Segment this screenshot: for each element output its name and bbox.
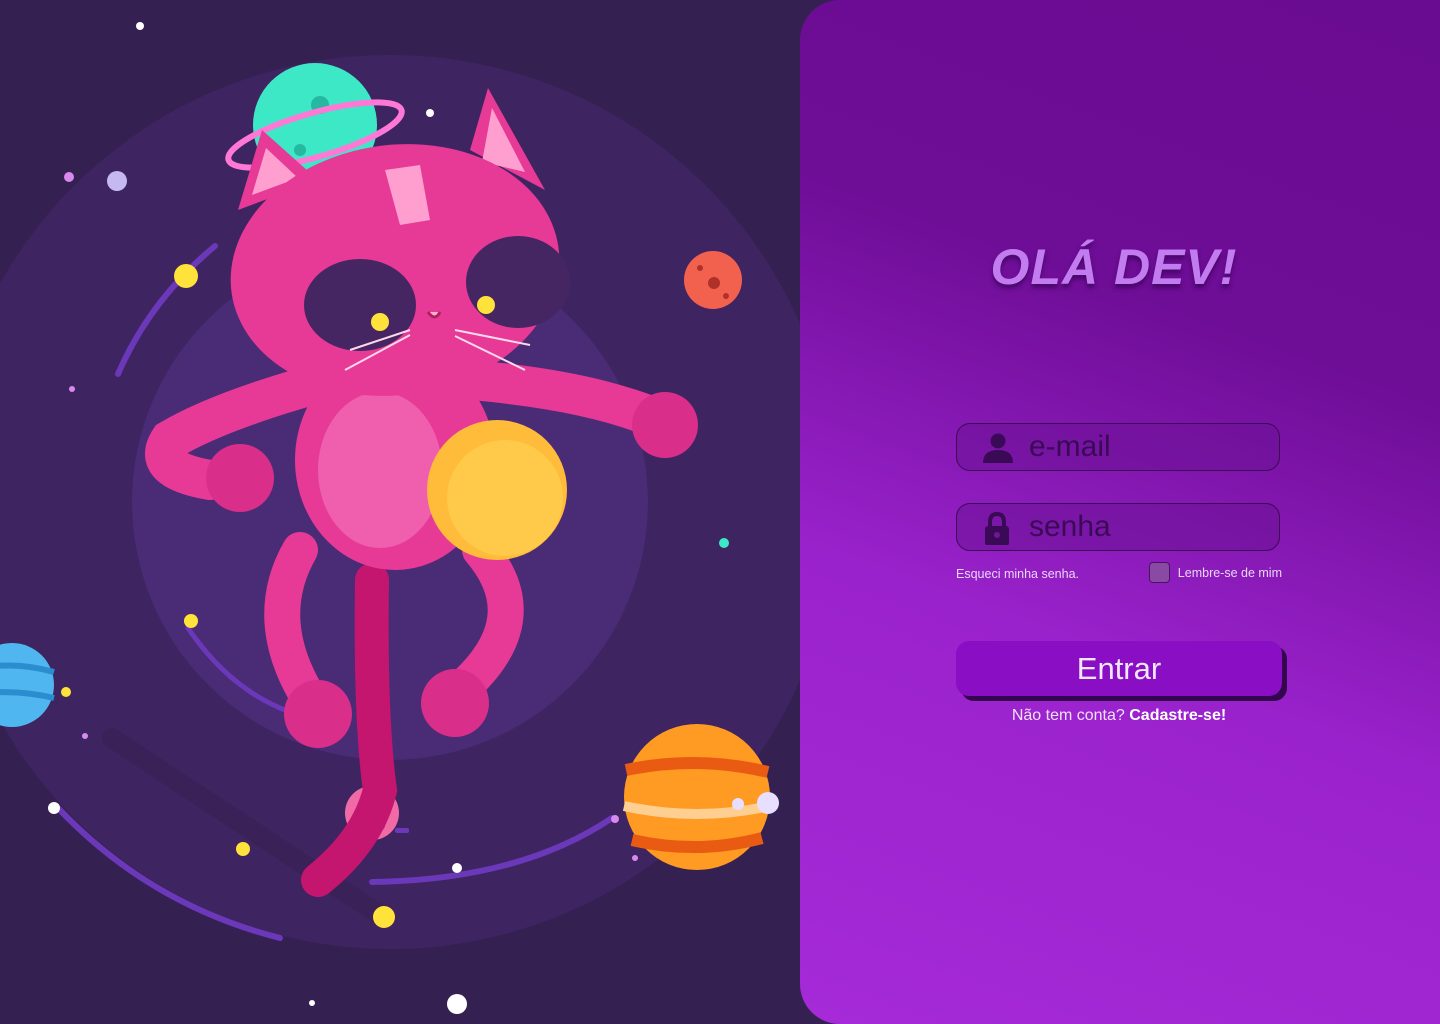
password-input[interactable]: [1029, 508, 1269, 546]
signup-prompt-text: Não tem conta?: [1011, 707, 1125, 724]
login-options: Esqueci minha senha. Lembre-se de mim: [956, 562, 1282, 586]
forgot-password-link[interactable]: Esqueci minha senha.: [956, 567, 1079, 581]
space-cat-illustration: [0, 22, 820, 1014]
user-icon: [983, 433, 1013, 463]
red-planet: [684, 251, 742, 309]
email-input[interactable]: [1029, 428, 1269, 466]
login-panel: OLÁ DEV! Esqueci minha senha. Lembre-se …: [800, 0, 1440, 1024]
submit-button[interactable]: Entrar: [956, 641, 1282, 696]
email-field[interactable]: [956, 423, 1280, 471]
signup-prompt: Não tem conta? Cadastre-se!: [956, 707, 1282, 725]
remember-me-label: Lembre-se de mim: [1177, 565, 1282, 580]
remember-me-checkbox[interactable]: [1148, 562, 1170, 583]
signup-link[interactable]: Cadastre-se!: [1129, 707, 1226, 724]
lock-icon: [985, 511, 1009, 545]
password-field[interactable]: [956, 503, 1280, 551]
remember-me[interactable]: Lembre-se de mim: [1148, 562, 1282, 583]
page-title: OLÁ DEV!: [990, 239, 1238, 295]
